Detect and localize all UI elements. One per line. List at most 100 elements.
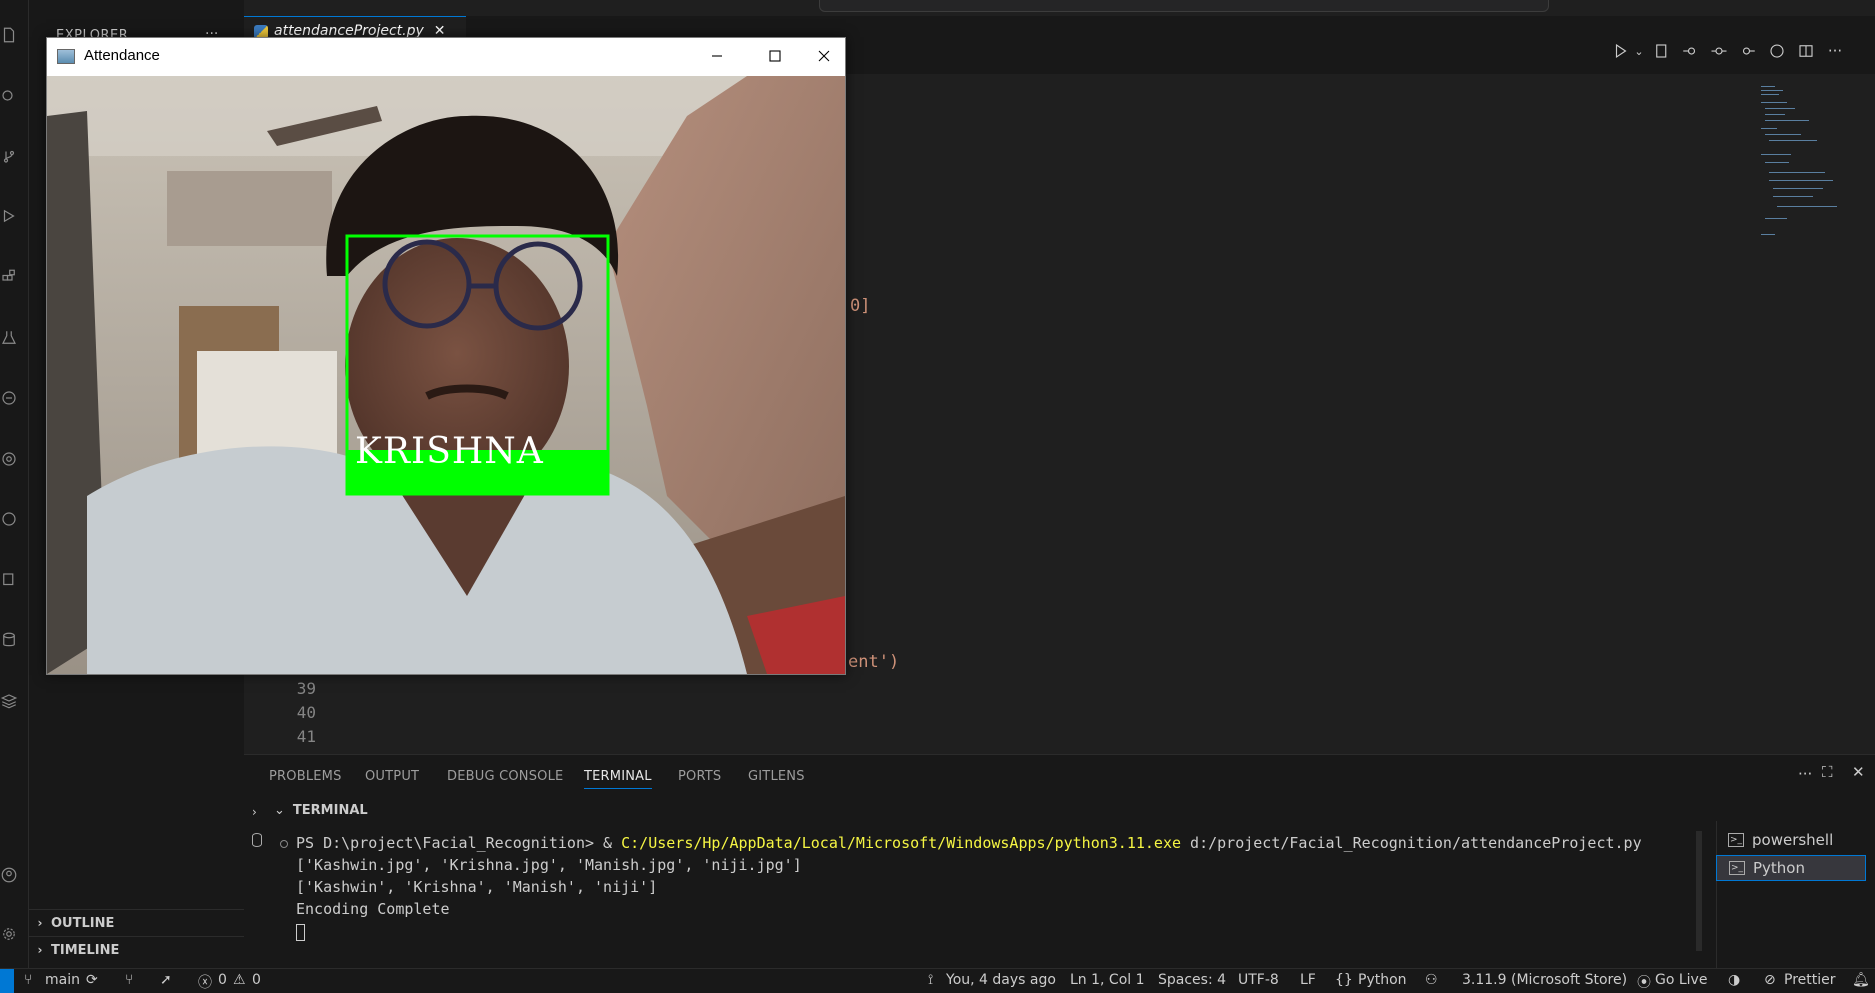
- title-bar: [244, 0, 1875, 16]
- search-icon[interactable]: [0, 88, 18, 106]
- tab-gitlens[interactable]: GITLENS: [748, 769, 805, 784]
- git-graph-icon[interactable]: ⑂: [125, 972, 133, 988]
- face-label: KRISHNA: [355, 431, 544, 472]
- outline-label: OUTLINE: [51, 915, 115, 931]
- prettier-check-icon: ⊘: [1764, 972, 1776, 988]
- notifications-bell-icon[interactable]: 🔔︎: [1852, 972, 1870, 988]
- github-icon[interactable]: [0, 510, 18, 528]
- remote-explorer-icon[interactable]: [0, 389, 18, 407]
- activity-bar: [0, 0, 38, 968]
- copilot-icon[interactable]: ⚇: [1425, 972, 1438, 988]
- warning-count[interactable]: 0: [252, 972, 261, 988]
- timeline-label: TIMELINE: [51, 942, 120, 958]
- extensions-icon[interactable]: [0, 268, 18, 286]
- minimize-button[interactable]: [688, 38, 746, 74]
- terminal-scrollbar[interactable]: [1696, 831, 1702, 951]
- run-icon[interactable]: [0, 571, 18, 589]
- terminal-list-item-python[interactable]: >_ Python: [1716, 855, 1866, 881]
- maximize-button[interactable]: [746, 38, 804, 74]
- explorer-icon[interactable]: [0, 26, 18, 44]
- line-number: 40: [296, 703, 316, 722]
- gitlens-icon[interactable]: [0, 450, 18, 468]
- chevron-right-icon[interactable]: ›: [252, 805, 257, 819]
- window-title-bar[interactable]: Attendance: [47, 38, 845, 76]
- terminal-prompt: PS D:\project\Facial_Recognition> &: [296, 834, 622, 852]
- cursor-position[interactable]: Ln 1, Col 1: [1070, 972, 1145, 988]
- timeline-commit-icon[interactable]: [1708, 40, 1730, 62]
- chevron-right-icon: ›: [37, 916, 43, 930]
- git-blame[interactable]: You, 4 days ago: [946, 972, 1056, 988]
- layers-icon[interactable]: [0, 692, 18, 710]
- more-actions-icon[interactable]: ···: [1824, 40, 1846, 62]
- rocket-icon[interactable]: ➚: [160, 972, 172, 988]
- testing-icon[interactable]: [0, 329, 18, 347]
- terminal-section-title: TERMINAL: [292, 802, 368, 818]
- database-icon[interactable]: [0, 631, 18, 649]
- close-panel-icon[interactable]: ✕: [1852, 763, 1865, 781]
- warning-icon[interactable]: ⚠: [233, 972, 246, 988]
- tab-ports[interactable]: PORTS: [678, 769, 721, 784]
- encoding[interactable]: UTF-8: [1238, 972, 1279, 988]
- database-icon[interactable]: [252, 833, 262, 847]
- prettier[interactable]: Prettier: [1784, 972, 1836, 988]
- terminal-name: powershell: [1752, 831, 1834, 849]
- broadcast-icon: ⦿: [1637, 975, 1651, 991]
- terminal-line-2: ['Kashwin.jpg', 'Krishna.jpg', 'Manish.j…: [296, 856, 802, 874]
- tab-output[interactable]: OUTPUT: [365, 769, 419, 784]
- open-changes-icon[interactable]: [1651, 40, 1673, 62]
- error-icon[interactable]: ⓧ: [198, 972, 212, 992]
- go-live[interactable]: Go Live: [1655, 972, 1707, 988]
- settings-gear-icon[interactable]: [0, 925, 18, 943]
- code-fragment: ent'): [848, 652, 900, 672]
- branch-name[interactable]: main: [45, 972, 80, 988]
- chevron-right-icon: ›: [37, 943, 43, 957]
- tab-debug-console[interactable]: DEBUG CONSOLE: [447, 769, 563, 784]
- timeline-section[interactable]: › TIMELINE: [29, 936, 244, 963]
- split-editor-icon[interactable]: [1795, 40, 1817, 62]
- line-number: 39: [296, 679, 316, 698]
- gitlens-inspect-icon[interactable]: [1766, 40, 1788, 62]
- outline-section[interactable]: › OUTLINE: [29, 909, 244, 936]
- indentation[interactable]: Spaces: 4: [1158, 972, 1226, 988]
- bottom-panel: PROBLEMS OUTPUT DEBUG CONSOLE TERMINAL P…: [244, 754, 1875, 969]
- terminal-section-header[interactable]: ⌄ TERMINAL: [244, 799, 1875, 821]
- gitlens-status-icon[interactable]: ◑: [1728, 972, 1740, 988]
- braces-icon: {}: [1335, 972, 1353, 988]
- terminal-line-1: PS D:\project\Facial_Recognition> & C:/U…: [296, 834, 1642, 852]
- minimap[interactable]: [1755, 84, 1845, 244]
- terminal-list-item-powershell[interactable]: >_ powershell: [1716, 827, 1866, 853]
- language-mode[interactable]: Python: [1358, 972, 1407, 988]
- status-bar: ⑂ main ⟳ ⑂ ➚ ⓧ 0 ⚠ 0 ⟟ You, 4 days ago L…: [0, 968, 1875, 993]
- terminal-icon: >_: [1729, 861, 1745, 875]
- command-status-icon: [280, 840, 288, 848]
- next-change-icon[interactable]: [1737, 40, 1759, 62]
- terminal-exe-path: C:/Users/Hp/AppData/Local/Microsoft/Wind…: [621, 834, 1182, 852]
- window-title: Attendance: [84, 47, 160, 64]
- source-control-icon[interactable]: [0, 147, 18, 165]
- terminal-name: Python: [1753, 859, 1805, 877]
- app-icon: [57, 49, 75, 64]
- remote-indicator[interactable]: [0, 969, 14, 993]
- python-interpreter[interactable]: 3.11.9 (Microsoft Store): [1462, 972, 1627, 988]
- close-button[interactable]: [804, 38, 844, 74]
- line-ending[interactable]: LF: [1300, 972, 1316, 988]
- error-count[interactable]: 0: [218, 972, 227, 988]
- sync-icon[interactable]: ⟳: [86, 972, 98, 988]
- more-actions-icon[interactable]: ···: [1798, 765, 1812, 783]
- command-center[interactable]: [819, 0, 1549, 12]
- line-number: 41: [296, 727, 316, 746]
- chevron-down-icon[interactable]: ⌄: [1628, 40, 1650, 62]
- branch-icon: ⑂: [24, 972, 33, 988]
- maximize-panel-icon[interactable]: ⛶: [1822, 763, 1833, 781]
- code-fragment: 0]: [850, 296, 871, 316]
- tab-problems[interactable]: PROBLEMS: [269, 769, 342, 784]
- terminal-line-3: ['Kashwin', 'Krishna', 'Manish', 'niji']: [296, 878, 658, 896]
- camera-feed: KRISHNA: [47, 76, 845, 674]
- previous-change-icon[interactable]: [1679, 40, 1701, 62]
- terminal-script-path: d:/project/Facial_Recognition/attendance…: [1181, 834, 1642, 852]
- run-debug-icon[interactable]: [0, 207, 18, 225]
- account-icon[interactable]: [0, 866, 18, 884]
- terminal-icon: >_: [1728, 833, 1744, 847]
- terminal-cursor[interactable]: [296, 924, 305, 941]
- tab-terminal[interactable]: TERMINAL: [584, 769, 652, 789]
